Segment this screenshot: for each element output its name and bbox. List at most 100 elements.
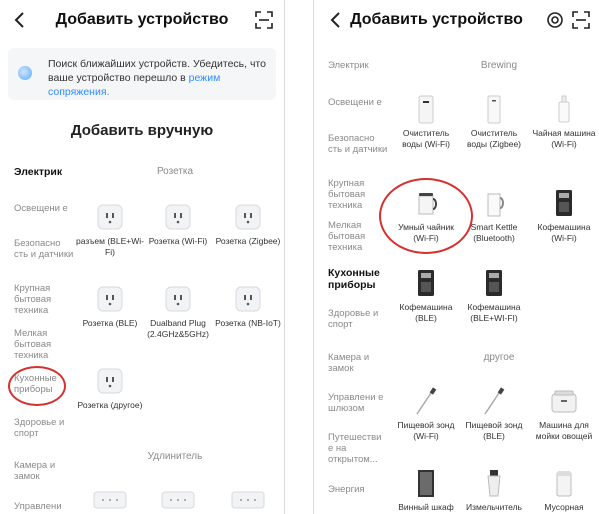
device-socket-zigbee[interactable]: Розетка (Zigbee) (214, 202, 282, 247)
page-title: Добавить устройство (350, 11, 523, 28)
nearby-search-banner[interactable]: Поиск ближайших устройств. Убедитесь, чт… (8, 48, 276, 100)
device-label: Розетка (BLE) (82, 318, 138, 328)
device-label: Кофемашина (BLE+WI-FI) (467, 302, 521, 323)
socket-icon (235, 204, 261, 230)
power-strip-icon[interactable] (160, 488, 196, 514)
sidebar-item-security[interactable]: Безопасно сть и датчики (328, 133, 388, 155)
device-coffee-machine-ble[interactable]: Кофемашина (BLE) (392, 268, 460, 324)
device-trash-bin[interactable]: Мусорная (530, 468, 598, 513)
device-water-purifier-zigbee[interactable]: Очиститель воды (Zigbee) (460, 94, 528, 150)
device-tea-machine-wifi[interactable]: Чайная машина (Wi-Fi) (530, 94, 598, 150)
socket-icon (97, 204, 123, 230)
page-title: Добавить устройство (55, 11, 229, 28)
device-label: Очиститель воды (Zigbee) (466, 128, 522, 149)
device-label: Измельчитель (466, 502, 522, 512)
device-food-probe-wifi[interactable]: Пищевой зонд (Wi-Fi) (392, 386, 460, 442)
sidebar-item-large-appliances[interactable]: Крупная бытовая техника (14, 283, 74, 316)
sidebar-item-outdoor[interactable]: Путешестви е на открытом... (328, 432, 388, 465)
vegetable-washer-icon (551, 390, 577, 413)
sidebar-item-security[interactable]: Безопасно сть и датчики (14, 238, 74, 260)
device-label: разъем (BLE+Wi-Fi) (76, 236, 144, 257)
sidebar-item-gateway[interactable]: Управлени е шлюзом (328, 392, 388, 414)
device-label: Розетка (NB-IoT) (215, 318, 281, 328)
sidebar-item-lighting[interactable]: Освещени е (328, 97, 388, 108)
device-label: Винный шкаф (398, 502, 454, 512)
trash-bin-icon (556, 471, 572, 497)
sidebar-item-electric[interactable]: Электрик (14, 166, 74, 178)
target-icon[interactable] (546, 11, 564, 29)
top-bar: Добавить устройство (314, 0, 599, 40)
kettle-icon (418, 193, 437, 215)
wine-cabinet-icon (418, 470, 434, 497)
device-coffee-machine-ble-wifi[interactable]: Кофемашина (BLE+WI-FI) (460, 268, 528, 324)
power-strip-icon[interactable] (92, 488, 128, 514)
device-smart-kettle-bluetooth[interactable]: Smart Kettle (Bluetooth) (460, 188, 528, 244)
category-header-brewing: Brewing (480, 60, 518, 71)
device-grinder[interactable]: Измельчитель (460, 468, 528, 513)
device-dualband-plug[interactable]: Dualband Plug (2.4GHz&5GHz) (144, 284, 212, 340)
right-phone-screen: Добавить устройство Электрик Освещени е … (313, 0, 599, 514)
device-food-probe-ble[interactable]: Пищевой зонд (BLE) (460, 386, 528, 442)
device-socket-ble-wifi[interactable]: разъем (BLE+Wi-Fi) (76, 202, 144, 258)
device-label: Кофемашина (BLE) (399, 302, 453, 323)
sidebar-item-small-appliances[interactable]: Мелкая бытовая техника (14, 328, 74, 361)
sidebar-item-camera[interactable]: Камера и замок (14, 460, 74, 482)
food-probe-icon (484, 387, 505, 415)
sidebar-item-kitchen[interactable]: Кухонные приборы (328, 267, 388, 291)
sidebar-item-camera[interactable]: Камера и замок (328, 352, 388, 374)
coffee-machine-icon (486, 270, 502, 296)
device-label: Машина для мойки овощей (535, 420, 593, 441)
category-header-other: другое (483, 352, 515, 363)
tea-machine-icon (558, 95, 570, 123)
device-socket-other[interactable]: Розетка (другое) (76, 366, 144, 411)
banner-message: Поиск ближайших устройств. Убедитесь, чт… (48, 58, 266, 84)
sidebar-item-health[interactable]: Здоровье и спорт (14, 417, 74, 439)
socket-icon (235, 286, 261, 312)
sidebar-item-energy[interactable]: Энергия (328, 484, 388, 495)
scan-icon[interactable] (572, 11, 590, 29)
device-label: Розетка (другое) (77, 400, 143, 410)
category-header-extender: Удлинитель (147, 451, 203, 462)
sidebar-item-gateway[interactable]: Управлени (14, 501, 74, 512)
sidebar-item-small-appliances[interactable]: Мелкая бытовая техника (328, 220, 388, 253)
device-water-purifier-wifi[interactable]: Очиститель воды (Wi-Fi) (392, 94, 460, 150)
device-vegetable-washer[interactable]: Машина для мойки овощей (530, 386, 598, 442)
device-label: Очиститель воды (Wi-Fi) (402, 128, 450, 149)
device-coffee-machine-wifi[interactable]: Кофемашина (Wi-Fi) (530, 188, 598, 244)
device-label: Мусорная (544, 502, 584, 512)
coffee-machine-icon (556, 190, 572, 216)
device-socket-wifi[interactable]: Розетка (Wi-Fi) (144, 202, 212, 247)
grinder-icon (487, 470, 501, 497)
power-strip-icon[interactable] (230, 488, 266, 514)
device-label: Розетка (Wi-Fi) (148, 236, 208, 246)
left-phone-screen: Добавить устройство Поиск ближайших устр… (0, 0, 285, 514)
device-label: Розетка (Zigbee) (215, 236, 281, 246)
device-socket-ble[interactable]: Розетка (BLE) (76, 284, 144, 329)
sidebar-item-health[interactable]: Здоровье и спорт (328, 308, 388, 330)
kettle-icon (487, 193, 504, 217)
sidebar-item-lighting[interactable]: Освещени е (14, 203, 74, 214)
water-purifier-icon (487, 95, 501, 124)
device-label: Пищевой зонд (Wi-Fi) (397, 420, 455, 441)
scan-icon[interactable] (255, 11, 273, 29)
category-header-socket: Розетка (156, 166, 194, 177)
device-label: Dualband Plug (2.4GHz&5GHz) (147, 318, 209, 339)
coffee-machine-icon (418, 270, 434, 296)
add-manually-title: Добавить вручную (70, 122, 214, 139)
banner-text: Поиск ближайших устройств. Убедитесь, чт… (48, 57, 268, 99)
sidebar-item-large-appliances[interactable]: Крупная бытовая техника (328, 178, 388, 211)
socket-icon (165, 204, 191, 230)
sidebar-item-kitchen[interactable]: Кухонные приборы (14, 373, 74, 395)
device-label: Кофемашина (Wi-Fi) (537, 222, 591, 243)
water-purifier-icon (418, 95, 434, 124)
top-bar: Добавить устройство (0, 0, 284, 40)
device-socket-nbiot[interactable]: Розетка (NB-IoT) (214, 284, 282, 329)
device-smart-kettle-wifi[interactable]: Умный чайник (Wi-Fi) (392, 188, 460, 244)
device-label: Умный чайник (Wi-Fi) (398, 222, 454, 243)
socket-icon (165, 286, 191, 312)
device-wine-cabinet[interactable]: Винный шкаф (392, 468, 460, 513)
sidebar-item-electric[interactable]: Электрик (328, 60, 388, 71)
device-label: Пищевой зонд (BLE) (465, 420, 523, 441)
device-label: Чайная машина (Wi-Fi) (532, 128, 596, 149)
radar-icon (18, 66, 32, 80)
